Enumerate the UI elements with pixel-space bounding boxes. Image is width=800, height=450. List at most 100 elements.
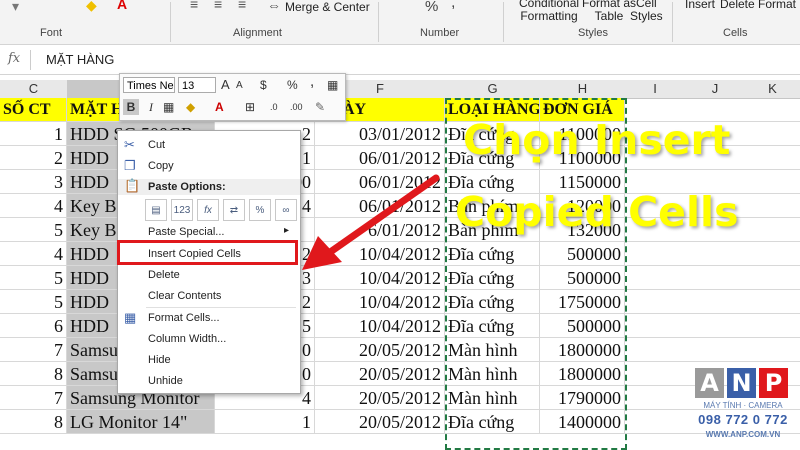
cell-ngay[interactable]: 10/04/2012 <box>315 314 445 337</box>
cell-loai-hang[interactable]: Màn hình <box>445 362 540 385</box>
cell-ngay[interactable]: 06/01/2012 <box>315 146 445 169</box>
cell-don-gia[interactable]: 1800000 <box>540 362 625 385</box>
cell-loai-hang[interactable]: Đĩa cứng <box>445 314 540 337</box>
paste-button-icon[interactable]: ▤ <box>145 199 167 221</box>
align-left-icon[interactable]: ≡ <box>190 0 198 12</box>
menu-item-clear-contents[interactable]: Clear Contents <box>148 290 221 302</box>
cell-styles-button[interactable]: Cell Styles <box>630 0 663 23</box>
cell-loai-hang[interactable]: Màn hình <box>445 386 540 409</box>
menu-item-copy[interactable]: Copy <box>148 160 174 172</box>
decrease-decimal-icon[interactable]: .00 <box>290 99 303 115</box>
cell-ngay[interactable]: 20/05/2012 <box>315 386 445 409</box>
italic-button[interactable]: I <box>144 99 158 115</box>
cell-so-ct[interactable]: 8 <box>0 362 67 385</box>
currency-icon[interactable]: $ <box>260 77 267 93</box>
cell-so-ct[interactable]: 2 <box>0 146 67 169</box>
cell-ngay[interactable]: 10/04/2012 <box>315 290 445 313</box>
cell-so-luong[interactable]: 1 <box>215 410 315 433</box>
cell-so-ct[interactable]: 3 <box>0 170 67 193</box>
merge-center-button[interactable]: Merge & Center <box>285 0 370 14</box>
cell-so-ct[interactable]: 8 <box>0 410 67 433</box>
cell-so-ct[interactable]: 4 <box>0 194 67 217</box>
cell-loai-hang[interactable]: Đĩa cứng <box>445 242 540 265</box>
paste-formatting-icon[interactable]: % <box>249 199 271 221</box>
paste-formulas-icon[interactable]: fx <box>197 199 219 221</box>
paste-transpose-icon[interactable]: ⇄ <box>223 199 245 221</box>
cell-don-gia[interactable]: 1800000 <box>540 338 625 361</box>
cell-so-ct[interactable]: 7 <box>0 386 67 409</box>
ribbon-separator <box>378 2 379 42</box>
percent-style-icon[interactable]: % <box>287 77 298 93</box>
insert-copied-cells-highlight <box>117 240 298 265</box>
ribbon-separator <box>672 2 673 42</box>
mini-font-size[interactable]: 13 <box>178 77 216 93</box>
fill-color-icon[interactable]: ◆ <box>86 0 97 14</box>
cell-ngay[interactable]: 20/05/2012 <box>315 362 445 385</box>
fill-color-mini-icon[interactable]: ◆ <box>186 99 195 115</box>
menu-item-column-width[interactable]: Column Width... <box>148 333 226 345</box>
column-header-h[interactable]: H <box>540 80 626 99</box>
format-as-table-button[interactable]: Format as Table <box>582 0 636 23</box>
cell-don-gia[interactable]: 500000 <box>540 314 625 337</box>
percent-icon[interactable]: % <box>425 0 438 15</box>
paste-link-icon[interactable]: ∞ <box>275 199 297 221</box>
column-header-g[interactable]: G <box>445 80 541 99</box>
cell-don-gia[interactable]: 1400000 <box>540 410 625 433</box>
formula-input[interactable]: MẶT HÀNG <box>46 52 114 67</box>
cell-so-ct[interactable]: 5 <box>0 290 67 313</box>
grow-font-icon[interactable]: A <box>221 77 230 93</box>
cell-loai-hang[interactable]: Màn hình <box>445 338 540 361</box>
column-header-i[interactable]: I <box>625 80 686 99</box>
cell-so-ct[interactable]: 5 <box>0 266 67 289</box>
insert-button[interactable]: Insert <box>685 0 715 11</box>
merge-center-icon[interactable]: ⇔ <box>267 0 281 13</box>
menu-item-format-cells[interactable]: Format Cells... <box>148 312 220 324</box>
increase-decimal-icon[interactable]: .0 <box>270 99 278 115</box>
comma-icon[interactable]: , <box>451 0 455 12</box>
cell-so-ct[interactable]: 7 <box>0 338 67 361</box>
cell-ngay[interactable]: 20/05/2012 <box>315 338 445 361</box>
paste-values-icon[interactable]: 123 <box>171 199 193 221</box>
menu-item-paste-special[interactable]: Paste Special... <box>148 226 224 238</box>
cell-loai-hang[interactable]: Đĩa cứng <box>445 290 540 313</box>
delete-button[interactable]: Delete <box>720 0 755 11</box>
cell-ngay[interactable]: 03/01/2012 <box>315 122 445 145</box>
conditional-formatting-button[interactable]: Conditional Formatting <box>519 0 579 23</box>
cell-don-gia[interactable]: 500000 <box>540 266 625 289</box>
cell-ngay[interactable]: 20/05/2012 <box>315 410 445 433</box>
cell-don-gia[interactable]: 500000 <box>540 242 625 265</box>
format-button[interactable]: Format <box>758 0 796 11</box>
menu-item-hide[interactable]: Hide <box>148 354 171 366</box>
menu-item-cut[interactable]: Cut <box>148 139 165 151</box>
column-header-j[interactable]: J <box>685 80 746 99</box>
cell-don-gia[interactable]: 1790000 <box>540 386 625 409</box>
bold-button[interactable]: B <box>123 99 139 115</box>
formula-divider <box>30 50 31 70</box>
cell-so-ct[interactable]: 1 <box>0 122 67 145</box>
menu-item-unhide[interactable]: Unhide <box>148 375 183 387</box>
cell-loai-hang[interactable]: Đĩa cứng <box>445 410 540 433</box>
align-right-icon[interactable]: ≡ <box>238 0 246 12</box>
cell-so-ct[interactable]: 5 <box>0 218 67 241</box>
menu-item-delete[interactable]: Delete <box>148 269 180 281</box>
fx-icon[interactable]: fx <box>8 51 20 66</box>
cell-loai-hang[interactable]: Đĩa cứng <box>445 266 540 289</box>
comma-style-icon[interactable]: , <box>310 74 314 90</box>
font-color-mini-icon[interactable]: A <box>215 99 224 115</box>
header-cell-so-ct[interactable]: SỐ CT <box>0 98 67 121</box>
column-header-c[interactable]: C <box>0 80 68 99</box>
font-color-icon[interactable]: A <box>117 0 127 12</box>
borders-icon[interactable]: ▦ <box>163 99 174 115</box>
cell-don-gia[interactable]: 1750000 <box>540 290 625 313</box>
column-header-k[interactable]: K <box>745 80 800 99</box>
align-center-icon[interactable]: ≡ <box>214 0 222 12</box>
cell-so-ct[interactable]: 4 <box>0 242 67 265</box>
cell-mat-hang[interactable]: LG Monitor 14" <box>67 410 215 433</box>
format-painter-icon[interactable]: ▦ <box>327 77 338 93</box>
clear-icon[interactable]: ✎ <box>315 99 325 115</box>
cell-so-ct[interactable]: 6 <box>0 314 67 337</box>
shrink-font-icon[interactable]: A <box>236 78 243 94</box>
merge-mini-icon[interactable]: ⊞ <box>245 99 255 115</box>
mini-font-name[interactable]: Times Ne <box>123 77 175 93</box>
paint-format-icon[interactable]: ▾ <box>12 0 19 15</box>
